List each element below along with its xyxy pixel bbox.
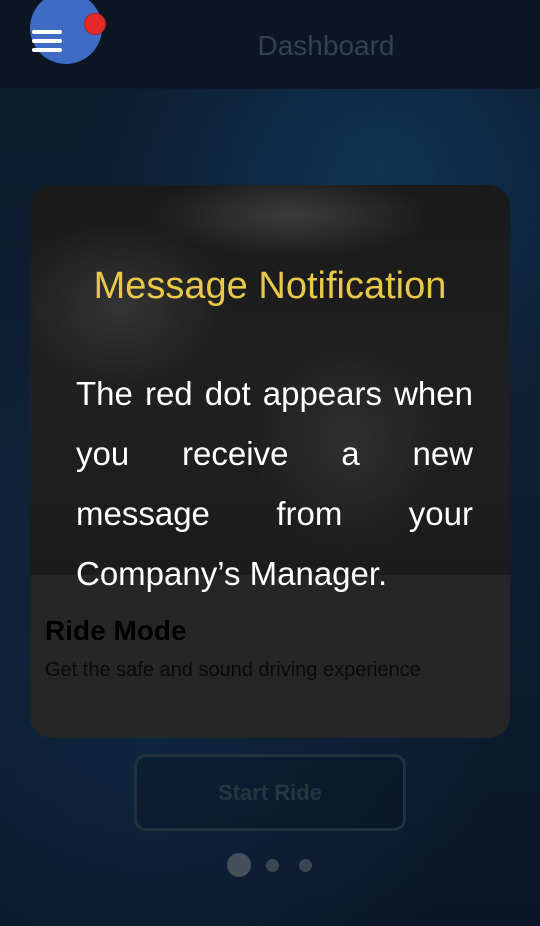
- hamburger-menu-icon: [32, 30, 62, 52]
- ride-mode-title: Ride Mode: [45, 615, 187, 646]
- page-dot-active[interactable]: [227, 853, 251, 877]
- tutorial-text: The red dot appears when you receive a n…: [76, 375, 473, 592]
- notification-dot-icon: [84, 13, 106, 35]
- ride-mode-subtitle: Get the safe and sound driving experienc…: [45, 659, 421, 681]
- tutorial-title: Message Notification: [93, 265, 447, 307]
- start-ride-button[interactable]: Start Ride: [134, 754, 406, 831]
- page-indicator: [0, 853, 540, 879]
- page-title: Dashboard: [257, 30, 395, 61]
- page-dot[interactable]: [266, 859, 279, 872]
- page-dot[interactable]: [299, 859, 312, 872]
